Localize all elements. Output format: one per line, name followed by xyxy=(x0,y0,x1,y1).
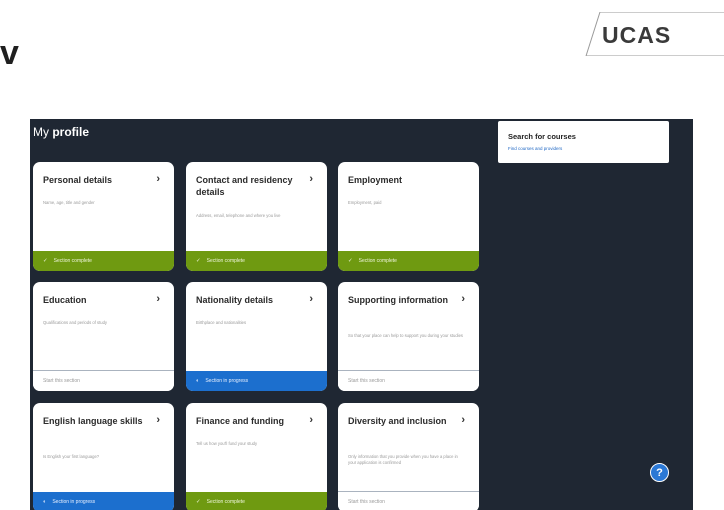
status-not-started: Start this section xyxy=(33,370,174,391)
card-contact-residency[interactable]: Contact and residency details › Address,… xyxy=(186,162,327,271)
status-complete: ✓ Section complete xyxy=(186,251,327,271)
card-supporting-information[interactable]: Supporting information › So that your pl… xyxy=(338,282,479,391)
ucas-logo: UCAS xyxy=(572,12,724,56)
logo-text: UCAS xyxy=(602,22,672,48)
card-finance-funding[interactable]: Finance and funding › Tell us how you'll… xyxy=(186,403,327,510)
status-complete: ✓ Section complete xyxy=(186,492,327,510)
chevron-right-icon: › xyxy=(461,414,465,426)
chevron-right-icon: › xyxy=(156,173,160,185)
page-title-strong: profile xyxy=(52,125,90,139)
half-circle-icon: ◐ xyxy=(196,378,200,384)
status-in-progress: ◐ Section in progress xyxy=(186,371,327,391)
status-in-progress: ◐ Section in progress xyxy=(33,492,174,510)
status-label: Start this section xyxy=(348,378,385,384)
search-courses-title: Search for courses xyxy=(508,132,576,141)
chevron-right-icon: › xyxy=(156,414,160,426)
card-title: Personal details xyxy=(43,175,113,185)
card-description: So that your place can help to support y… xyxy=(348,333,463,338)
status-label: Section complete xyxy=(206,499,245,505)
card-description: Only information that you provide when y… xyxy=(348,454,458,466)
card-title: Contact and residency details xyxy=(196,175,293,197)
chevron-right-icon: › xyxy=(309,173,313,185)
status-label: Section complete xyxy=(358,258,397,264)
chevron-right-icon: › xyxy=(309,414,313,426)
card-title: Nationality details xyxy=(196,295,274,305)
card-employment[interactable]: Employment Employment, paid ✓ Section co… xyxy=(338,162,479,271)
status-not-started: Start this section xyxy=(338,491,479,510)
page-title: My profile xyxy=(33,125,89,139)
check-icon: ✓ xyxy=(196,258,201,264)
status-label: Start this section xyxy=(348,499,385,505)
card-description: Employment, paid xyxy=(348,200,382,205)
card-title: English language skills xyxy=(43,416,143,426)
card-diversity-inclusion[interactable]: Diversity and inclusion › Only informati… xyxy=(338,403,479,510)
card-title: Employment xyxy=(348,175,403,185)
status-label: Section complete xyxy=(53,258,92,264)
card-description: Name, age, title and gender xyxy=(43,200,95,205)
status-complete: ✓ Section complete xyxy=(338,251,479,271)
status-label: Start this section xyxy=(43,378,80,384)
card-nationality-details[interactable]: Nationality details › Birthplace and nat… xyxy=(186,282,327,391)
card-personal-details[interactable]: Personal details › Name, age, title and … xyxy=(33,162,174,271)
status-label: Section in progress xyxy=(205,378,249,384)
status-complete: ✓ Section complete xyxy=(33,251,174,271)
search-courses-link[interactable]: Find courses and providers xyxy=(508,146,562,151)
card-description: Qualifications and periods of study xyxy=(43,320,108,325)
chevron-right-icon: › xyxy=(156,293,160,305)
status-not-started: Start this section xyxy=(338,370,479,391)
card-english-language[interactable]: English language skills › Is English you… xyxy=(33,403,174,510)
card-title: Diversity and inclusion xyxy=(348,416,447,426)
chevron-right-icon: › xyxy=(461,293,465,305)
card-description: Birthplace and nationalities xyxy=(196,320,247,325)
card-title: Education xyxy=(43,295,87,305)
status-label: Section complete xyxy=(206,258,245,264)
check-icon: ✓ xyxy=(348,258,353,264)
check-icon: ✓ xyxy=(43,258,48,264)
card-description: Tell us how you'll fund your study xyxy=(196,441,258,446)
chevron-right-icon: › xyxy=(309,293,313,305)
help-button[interactable]: ? xyxy=(650,463,669,482)
half-circle-icon: ◐ xyxy=(43,499,47,505)
page-title-prefix: My xyxy=(33,125,49,139)
card-education[interactable]: Education › Qualifications and periods o… xyxy=(33,282,174,391)
card-description: Address, email, telephone and where you … xyxy=(196,213,281,218)
slide-title: v xyxy=(0,34,19,72)
card-title: Supporting information xyxy=(348,295,448,305)
ucas-app-panel: My profile Search for courses Find cours… xyxy=(30,119,693,510)
card-title: Finance and funding xyxy=(196,416,284,426)
search-courses-panel: Search for courses Find courses and prov… xyxy=(498,121,669,163)
check-icon: ✓ xyxy=(196,499,201,505)
card-description: Is English your first language? xyxy=(43,454,100,459)
status-label: Section in progress xyxy=(52,499,96,505)
